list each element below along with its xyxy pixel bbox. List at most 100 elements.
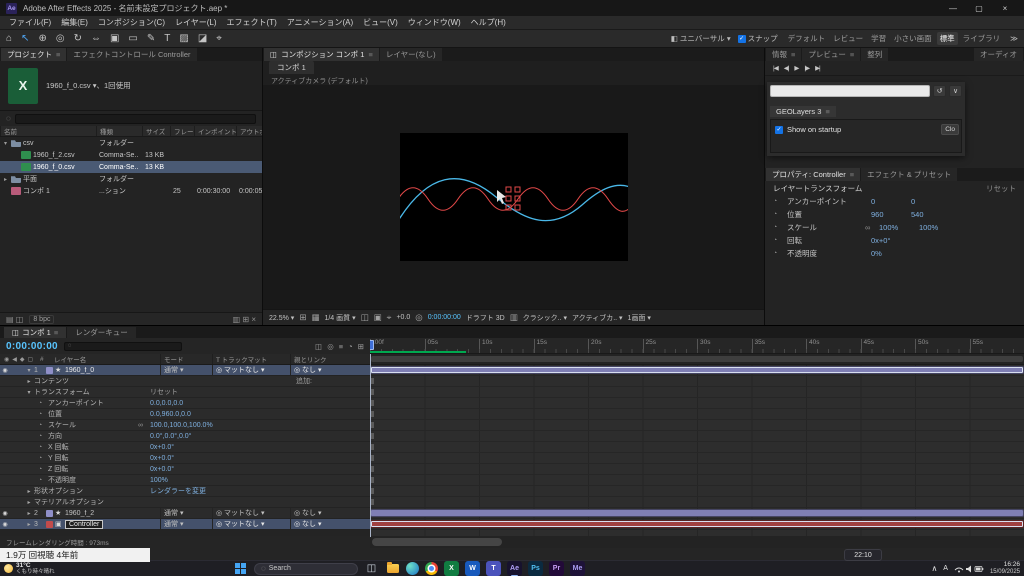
premiere-app-icon[interactable]: Pr xyxy=(549,561,564,576)
menu-item-2[interactable]: コンポジション(C) xyxy=(93,17,170,28)
property-row-マテリアルオプション[interactable]: ▸ マテリアルオプション xyxy=(0,497,370,508)
mask-visibility-toggle[interactable]: ▦ xyxy=(311,312,319,323)
column-number[interactable]: # xyxy=(40,356,54,363)
track-matte-select[interactable]: ◎ マットなし ▾ xyxy=(212,365,290,375)
camera-view-select[interactable]: アクティブカ.. ▾ xyxy=(572,313,623,323)
panel-menu-icon[interactable]: ≡ xyxy=(850,50,854,59)
zoom-select[interactable]: 22.5% ▾ xyxy=(269,314,294,322)
timeline-lane-4[interactable] xyxy=(370,409,1024,420)
close-popup-button[interactable]: Clo xyxy=(941,124,959,135)
geolayers-select-input[interactable] xyxy=(770,85,930,97)
timeline-lane-8[interactable] xyxy=(370,453,1024,464)
timeline-lane-6[interactable] xyxy=(370,431,1024,442)
last-frame-button[interactable]: ▶| xyxy=(815,64,821,72)
tab-effects-presets[interactable]: エフェクト & プリセット xyxy=(861,168,958,181)
parent-link-select[interactable]: ◎ なし ▾ xyxy=(290,365,370,375)
tray-status-icons[interactable] xyxy=(954,564,984,574)
current-time-indicator[interactable] xyxy=(370,354,371,537)
property-value[interactable]: 0% xyxy=(871,249,907,258)
taskbar-search-box[interactable]: ◌ Search xyxy=(254,562,358,575)
mode-select[interactable]: 通常 ▾ xyxy=(160,519,212,529)
property-row-方向[interactable]: ◔ 方向 0.0°,0.0°,0.0° xyxy=(0,431,370,442)
visibility-toggle[interactable]: ◉ xyxy=(0,510,10,517)
menu-item-4[interactable]: エフェクト(T) xyxy=(222,17,282,28)
weather-widget[interactable]: 31°C くもり時々晴れ xyxy=(4,562,55,575)
stopwatch-icon[interactable]: ◔ xyxy=(773,237,783,244)
layer-color-chip[interactable] xyxy=(46,366,53,374)
timeline-search-input[interactable]: ◌ xyxy=(63,341,182,351)
twirl-icon[interactable]: ▸ xyxy=(24,510,34,517)
choose-grid-options[interactable]: ⊞ xyxy=(299,312,306,323)
tab-timeline-comp[interactable]: ◫ コンポ 1 ≡ xyxy=(4,327,67,338)
stopwatch-icon[interactable]: ◔ xyxy=(38,433,48,440)
taskbar-clock[interactable]: 16:26 15/09/2025 xyxy=(990,561,1020,575)
project-row-csv[interactable]: ▾ csv フォルダー xyxy=(0,137,262,149)
stopwatch-icon[interactable]: ◔ xyxy=(773,224,783,231)
property-value[interactable]: 0.0,960.0,0.0 xyxy=(150,411,191,418)
link-icon[interactable]: ∞ xyxy=(865,223,875,232)
project-row-コンポ 1[interactable]: コンポ 1 ...ション 25 0:00:30:00 0:00:05.. xyxy=(0,185,262,197)
timeline-header-icon-0[interactable]: ◫ xyxy=(315,342,322,351)
play-button[interactable]: ▶ xyxy=(794,64,799,72)
visibility-toggle[interactable]: ◉ xyxy=(0,521,10,528)
twirl-icon[interactable]: ▾ xyxy=(24,367,34,374)
comp-tab-chip[interactable]: コンポ 1 xyxy=(269,61,314,74)
property-row-トランスフォーム[interactable]: ▾ トランスフォーム リセット xyxy=(0,387,370,398)
twirl-icon[interactable]: ▾ xyxy=(2,140,9,147)
viewer-area[interactable] xyxy=(263,85,764,309)
property-value[interactable]: 100% xyxy=(919,223,955,232)
transparency-grid-toggle[interactable]: ▣ xyxy=(374,312,382,323)
chevron-down-icon[interactable]: ∨ xyxy=(949,85,962,97)
property-action[interactable]: リセット xyxy=(150,387,178,397)
timeline-header-icon-1[interactable]: ◎ xyxy=(327,342,334,351)
first-frame-button[interactable]: |◀ xyxy=(773,64,779,72)
ground-plane-toggle[interactable]: ▥ xyxy=(510,312,518,323)
workspace-tab-ライブラリ[interactable]: ライブラリ xyxy=(960,32,1004,45)
property-action[interactable]: 追加: xyxy=(296,376,312,386)
pixel-aspect-toggle[interactable]: ⌖ xyxy=(387,312,392,323)
property-row-スケール[interactable]: ◔ スケール ∞ 100.0,100.0,100.0% xyxy=(0,420,370,431)
parent-link-select[interactable]: ◎ なし ▾ xyxy=(290,519,370,529)
prev-frame-button[interactable]: ◀| xyxy=(784,64,790,72)
workspace-tab-学習[interactable]: 学習 xyxy=(868,32,889,45)
property-value[interactable]: 0 xyxy=(871,197,907,206)
clone-stamp-tool[interactable]: ◪ xyxy=(198,33,207,44)
panel-menu-icon[interactable]: ≡ xyxy=(56,50,60,59)
column-header-0[interactable]: 名前 xyxy=(0,126,96,136)
photoshop-app-icon[interactable]: Ps xyxy=(528,561,543,576)
stopwatch-icon[interactable]: ◔ xyxy=(38,466,48,473)
timeline-lane-7[interactable] xyxy=(370,442,1024,453)
scrollbar-thumb[interactable] xyxy=(372,538,502,546)
panel-menu-icon[interactable]: ≡ xyxy=(54,328,58,337)
media-encoder-app-icon[interactable]: Me xyxy=(570,561,585,576)
property-row-Y 回転[interactable]: ◔ Y 回転 0x+0.0° xyxy=(0,453,370,464)
workspace-tab-レビュー[interactable]: レビュー xyxy=(830,32,866,45)
type-tool[interactable]: T xyxy=(164,33,170,44)
stopwatch-icon[interactable]: ◔ xyxy=(773,211,783,218)
tray-overflow-chevron-icon[interactable]: ∧ xyxy=(931,564,937,573)
property-value[interactable]: 0 xyxy=(911,197,947,206)
property-value[interactable]: 0x+0.0° xyxy=(150,444,174,451)
timeline-lane-12[interactable] xyxy=(370,497,1024,508)
visibility-toggle[interactable]: ◉ xyxy=(0,367,10,374)
property-value[interactable]: 0x+0.0° xyxy=(150,466,174,473)
property-value[interactable]: 100% xyxy=(150,477,168,484)
chrome-browser-icon[interactable] xyxy=(425,562,438,575)
mode-select[interactable]: 通常 ▾ xyxy=(160,508,212,518)
timeline-lane-9[interactable] xyxy=(370,464,1024,475)
home-tool[interactable]: ⌂ xyxy=(6,33,12,44)
property-value[interactable]: 0.0°,0.0°,0.0° xyxy=(150,433,191,440)
timeline-header-icon-3[interactable]: ◔ xyxy=(348,342,353,351)
property-action[interactable]: レンダラーを変更 xyxy=(150,486,206,496)
menu-item-3[interactable]: レイヤー(L) xyxy=(170,17,222,28)
timeline-lane-10[interactable] xyxy=(370,475,1024,486)
property-row-形状オプション[interactable]: ▸ 形状オプション レンダラーを変更 xyxy=(0,486,370,497)
track-matte-select[interactable]: ◎ マットなし ▾ xyxy=(212,519,290,529)
menu-item-8[interactable]: ヘルプ(H) xyxy=(466,17,511,28)
workspace-tab-デフォルト[interactable]: デフォルト xyxy=(785,32,829,45)
property-value[interactable]: 540 xyxy=(911,210,947,219)
ime-indicator[interactable]: A xyxy=(943,565,948,572)
project-search-input[interactable] xyxy=(14,113,256,124)
tab-情報[interactable]: 情報 ≡ xyxy=(766,48,802,61)
pan-camera-tool[interactable]: ⇔ xyxy=(91,33,101,44)
